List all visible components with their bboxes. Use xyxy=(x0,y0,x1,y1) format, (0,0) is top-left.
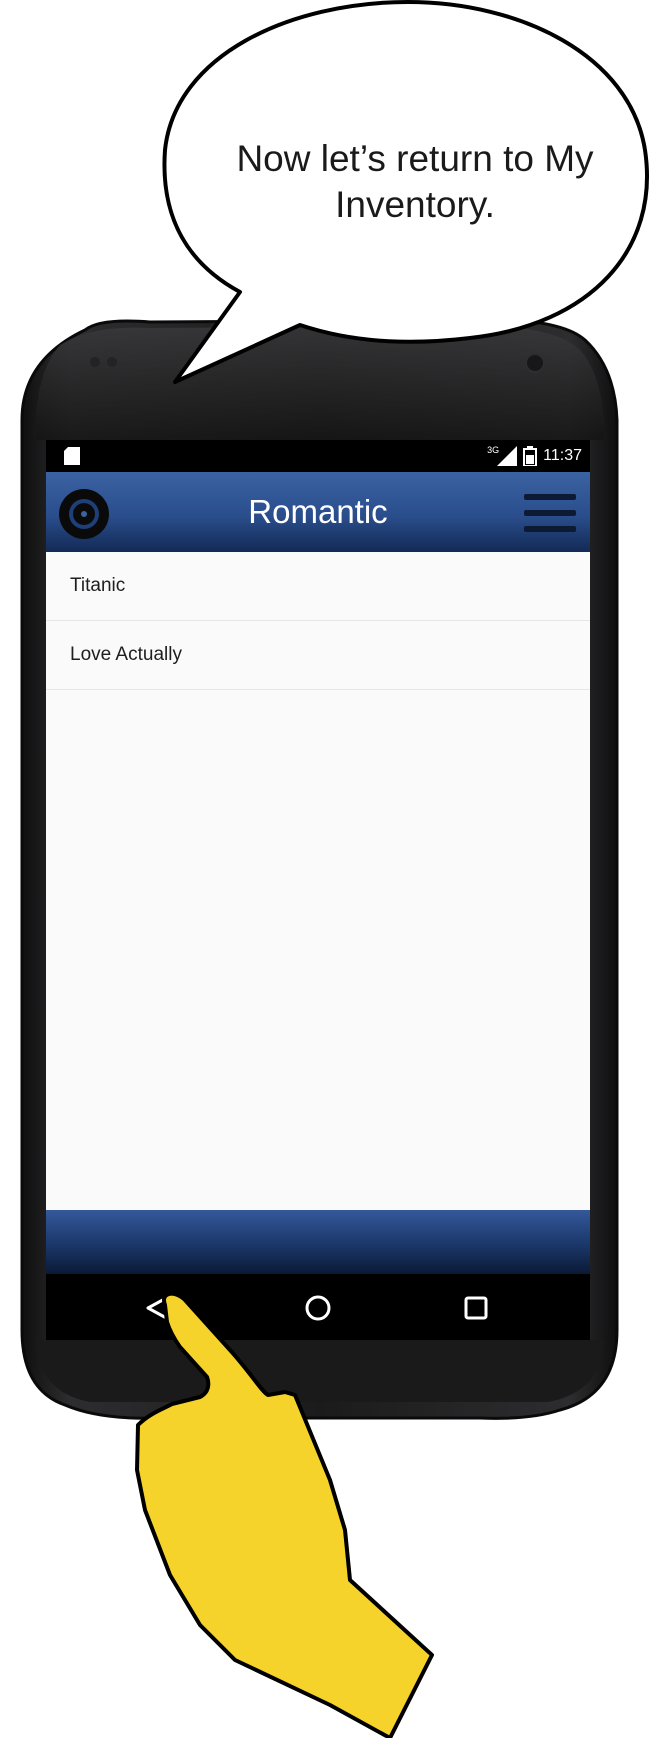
bottom-bar xyxy=(46,1210,590,1274)
speech-bubble-text: Now let’s return to My Inventory. xyxy=(236,138,594,225)
status-bar: 3G 11:37 xyxy=(46,440,590,472)
hamburger-menu-icon[interactable] xyxy=(522,492,578,534)
list-item-label: Love Actually xyxy=(70,644,182,665)
movie-list: Titanic Love Actually xyxy=(46,552,590,1210)
app-bar: Romantic xyxy=(46,472,590,552)
sd-card-icon xyxy=(64,447,80,465)
home-icon[interactable] xyxy=(296,1286,340,1330)
system-nav-bar xyxy=(46,1274,590,1340)
signal-icon xyxy=(497,446,518,466)
recents-icon[interactable] xyxy=(454,1286,498,1330)
status-time: 11:37 xyxy=(543,447,582,464)
battery-icon xyxy=(523,446,538,466)
network-type-label: 3G xyxy=(487,445,500,455)
list-item[interactable]: Titanic xyxy=(46,552,590,621)
list-item[interactable]: Love Actually xyxy=(46,621,590,690)
list-item-label: Titanic xyxy=(70,575,126,596)
back-icon[interactable] xyxy=(138,1286,182,1330)
page-title: Romantic xyxy=(248,493,388,530)
status-icons: 3G 11:37 xyxy=(487,445,582,466)
